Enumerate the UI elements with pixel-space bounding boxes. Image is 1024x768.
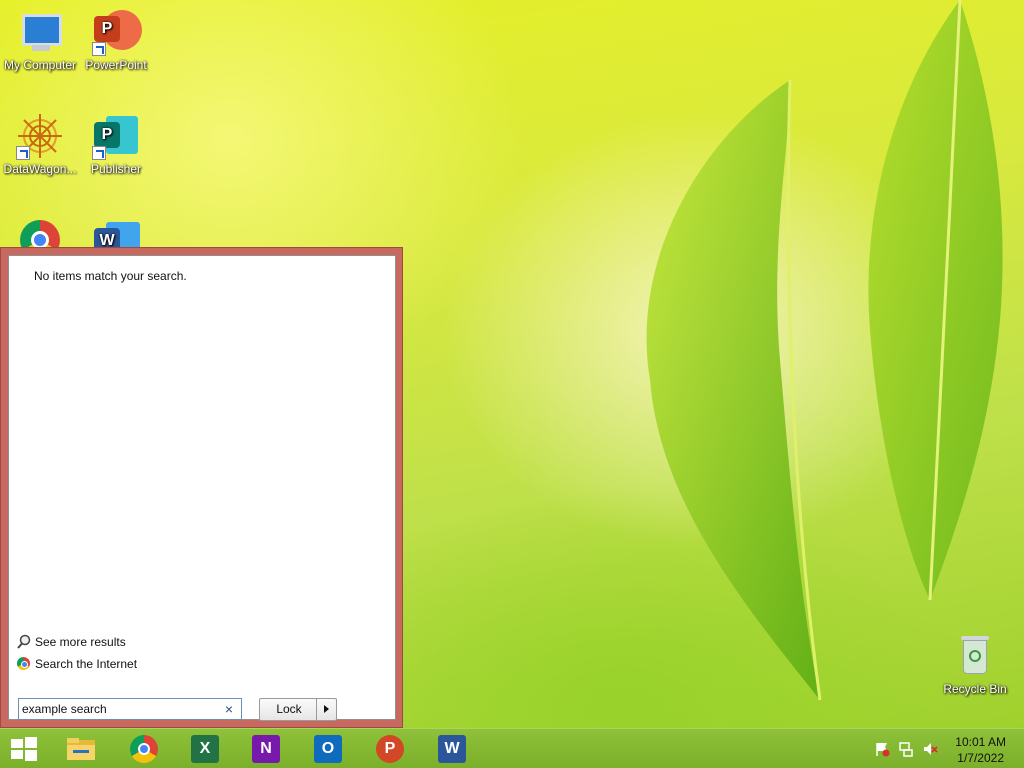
magnifier-icon <box>16 634 32 650</box>
taskbar-outlook[interactable]: O <box>312 733 344 765</box>
start-menu: No items match your search. See more res… <box>0 247 403 728</box>
no-results-message: No items match your search. <box>34 269 187 283</box>
tray-network[interactable] <box>898 741 914 757</box>
see-more-results-link[interactable]: See more results <box>16 634 126 650</box>
clock-date: 1/7/2022 <box>957 751 1004 765</box>
computer-icon <box>16 8 64 56</box>
action-center-flag-icon <box>876 743 890 757</box>
search-internet-label: Search the Internet <box>35 657 138 671</box>
chrome-icon <box>16 656 32 672</box>
power-button-group: Lock <box>259 698 337 721</box>
publisher-label: Publisher <box>90 162 142 176</box>
file-explorer-icon <box>67 738 95 760</box>
taskbar-onenote[interactable]: N <box>250 733 282 765</box>
powerpoint-desktop-icon[interactable]: P PowerPoint <box>76 0 156 72</box>
network-icon <box>899 742 913 757</box>
tray-volume[interactable] <box>922 741 938 757</box>
taskbar-excel[interactable]: X <box>189 733 221 765</box>
taskbar-word[interactable]: W <box>436 733 468 765</box>
taskbar-powerpoint[interactable]: P <box>374 733 406 765</box>
taskbar-clock[interactable]: 10:01 AM 1/7/2022 <box>955 734 1006 766</box>
desktop[interactable]: My Computer P PowerPoint DataWagon... P <box>0 0 1024 728</box>
clock-time: 10:01 AM <box>955 735 1006 749</box>
powerpoint-label: PowerPoint <box>85 58 147 72</box>
recycle-bin-label: Recycle Bin <box>943 682 1007 696</box>
recycle-bin-desktop-icon[interactable]: Recycle Bin <box>935 624 1015 696</box>
volume-muted-icon <box>924 743 938 755</box>
powerpoint-icon: P <box>376 735 404 763</box>
clear-search-icon[interactable]: × <box>222 701 236 717</box>
taskbar-file-explorer[interactable] <box>65 733 97 765</box>
start-button[interactable] <box>8 733 40 765</box>
publisher-desktop-icon[interactable]: P Publisher <box>76 104 156 176</box>
datawagon-label: DataWagon... <box>3 162 77 176</box>
recycle-bin-icon <box>951 632 999 680</box>
tray-action-center[interactable] <box>874 741 890 757</box>
excel-icon: X <box>191 735 219 763</box>
power-options-arrow-icon[interactable] <box>316 699 336 720</box>
publisher-icon: P <box>92 112 140 160</box>
outlook-icon: O <box>314 735 342 763</box>
start-icon <box>11 737 37 761</box>
my-computer-desktop-icon[interactable]: My Computer <box>0 0 80 72</box>
datawagon-desktop-icon[interactable]: DataWagon... <box>0 104 80 176</box>
datawagon-icon <box>16 112 64 160</box>
lock-button[interactable]: Lock <box>260 699 318 720</box>
powerpoint-icon: P <box>92 8 142 56</box>
see-more-results-label: See more results <box>35 635 126 649</box>
taskbar: X N O P W 10:01 AM 1/7/2022 <box>0 728 1024 768</box>
search-results-pane: No items match your search. See more res… <box>8 255 396 721</box>
my-computer-label: My Computer <box>3 58 77 72</box>
start-search-input[interactable] <box>22 700 218 718</box>
taskbar-chrome[interactable] <box>128 733 160 765</box>
start-search-box[interactable]: × <box>18 698 242 720</box>
word-icon: W <box>438 735 466 763</box>
search-internet-link[interactable]: Search the Internet <box>16 656 137 672</box>
onenote-icon: N <box>252 735 280 763</box>
